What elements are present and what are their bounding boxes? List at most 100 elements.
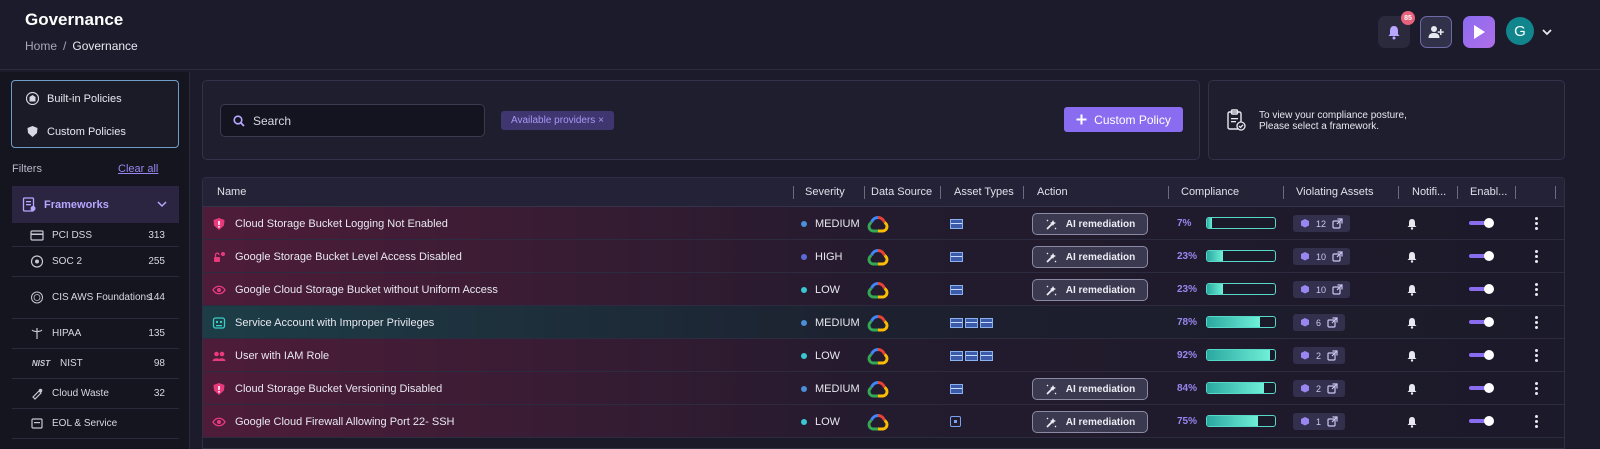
play-button[interactable] — [1463, 16, 1495, 48]
column-header-name[interactable]: Name — [217, 186, 246, 198]
ai-remediation-button[interactable]: AI remediation — [1032, 246, 1148, 268]
storage-asset-icon — [950, 350, 963, 361]
column-divider[interactable] — [1023, 186, 1024, 199]
column-divider[interactable] — [1555, 186, 1556, 199]
row-menu-button[interactable] — [1533, 273, 1539, 306]
notification-toggle[interactable] — [1406, 240, 1418, 273]
policy-name[interactable]: Google Cloud Storage Bucket without Unif… — [235, 273, 498, 306]
enabled-toggle[interactable] — [1469, 383, 1495, 393]
column-header-action[interactable]: Action — [1037, 186, 1068, 198]
clear-all-link[interactable]: Clear all — [118, 163, 158, 175]
framework-item[interactable]: SOC 2 255 — [12, 247, 179, 277]
notification-toggle[interactable] — [1406, 372, 1418, 405]
framework-item[interactable]: CIS AWS Foundations 144 — [12, 277, 179, 319]
column-divider[interactable] — [1515, 186, 1516, 199]
policy-name[interactable]: Google Storage Bucket Level Access Disab… — [235, 240, 462, 273]
ai-remediation-button[interactable]: AI remediation — [1032, 213, 1148, 235]
row-menu-button[interactable] — [1533, 306, 1539, 339]
filters-label: Filters — [12, 163, 42, 175]
notification-toggle[interactable] — [1406, 405, 1418, 438]
table-row[interactable]: Cloud Storage Bucket Logging Not Enabled… — [203, 207, 1564, 240]
bell-icon — [1406, 317, 1418, 329]
violating-assets-badge[interactable]: 10 — [1293, 281, 1351, 298]
notification-toggle[interactable] — [1406, 306, 1418, 339]
column-header-severity[interactable]: Severity — [805, 186, 845, 198]
column-header-asset-types[interactable]: Asset Types — [954, 186, 1014, 198]
avatar[interactable]: G — [1506, 17, 1534, 45]
row-menu-button[interactable] — [1533, 339, 1539, 372]
policy-name[interactable]: Google Cloud Firewall Allowing Port 22- … — [235, 405, 455, 438]
ai-remediation-button[interactable]: AI remediation — [1032, 411, 1148, 433]
column-divider[interactable] — [864, 186, 865, 199]
custom-policy-button[interactable]: Custom Policy — [1064, 107, 1183, 132]
violating-assets-badge[interactable]: 2 — [1293, 347, 1346, 364]
violating-assets-badge[interactable]: 1 — [1293, 413, 1346, 430]
policy-name[interactable]: Cloud Storage Bucket Versioning Disabled — [235, 372, 442, 405]
policy-name[interactable]: Service Account with Improper Privileges — [235, 306, 434, 339]
eol-icon — [30, 417, 44, 430]
building-icon — [26, 92, 39, 105]
enabled-toggle[interactable] — [1469, 317, 1495, 327]
notification-toggle[interactable] — [1406, 207, 1418, 240]
table-row[interactable]: User with IAM Role LOW 92% 2 — [203, 339, 1564, 372]
available-providers-chip[interactable]: Available providers × — [501, 111, 614, 130]
invite-user-button[interactable] — [1420, 16, 1452, 48]
custom-policies-item[interactable]: Custom Policies — [26, 125, 126, 138]
search-panel: Available providers × Custom Policy — [202, 80, 1200, 160]
violating-assets-badge[interactable]: 6 — [1293, 314, 1346, 331]
storage-asset-icon — [980, 317, 993, 328]
framework-item[interactable]: Cloud Waste 32 — [12, 379, 179, 409]
enabled-toggle[interactable] — [1469, 416, 1495, 426]
search-input[interactable] — [253, 113, 453, 128]
ai-remediation-button[interactable]: AI remediation — [1032, 279, 1148, 301]
column-header-data-source[interactable]: Data Source — [871, 186, 932, 198]
compliance-notice-line1: To view your compliance posture, — [1259, 110, 1407, 121]
policy-name[interactable]: Cloud Storage Bucket Logging Not Enabled — [235, 207, 448, 240]
table-row[interactable]: Service Account with Improper Privileges… — [203, 306, 1564, 339]
framework-item[interactable]: NIST NIST 98 — [12, 349, 179, 379]
row-menu-button[interactable] — [1533, 207, 1539, 240]
column-divider[interactable] — [940, 186, 941, 199]
column-header-violating-assets[interactable]: Violating Assets — [1296, 186, 1373, 198]
violating-assets-badge[interactable]: 10 — [1293, 248, 1351, 265]
column-divider[interactable] — [1457, 186, 1458, 199]
framework-item[interactable]: PCI DSS 313 — [12, 225, 179, 247]
search-box[interactable] — [220, 104, 485, 137]
column-divider[interactable] — [1398, 186, 1399, 199]
violating-assets-badge[interactable]: 12 — [1293, 215, 1351, 232]
column-header-notifications[interactable]: Notifi... — [1412, 186, 1446, 198]
table-row[interactable]: Google Storage Bucket Level Access Disab… — [203, 240, 1564, 273]
violating-assets-badge[interactable]: 2 — [1293, 380, 1346, 397]
external-link-icon — [1327, 350, 1338, 361]
row-menu-button[interactable] — [1533, 405, 1539, 438]
column-header-compliance[interactable]: Compliance — [1181, 186, 1239, 198]
kebab-dot — [1534, 349, 1538, 352]
table-row[interactable]: Google Cloud Firewall Allowing Port 22- … — [203, 405, 1564, 438]
column-header-enabled[interactable]: Enabl... — [1470, 186, 1507, 198]
column-divider[interactable] — [1168, 186, 1169, 199]
framework-item[interactable]: EOL & Service — [12, 409, 179, 439]
enabled-toggle[interactable] — [1469, 251, 1495, 261]
table-row[interactable]: Cloud Storage Bucket Versioning Disabled… — [203, 372, 1564, 405]
enabled-toggle[interactable] — [1469, 284, 1495, 294]
framework-item[interactable]: HIPAA 135 — [12, 319, 179, 349]
compliance-percent: 78% — [1177, 317, 1198, 328]
framework-label: EOL & Service — [52, 418, 118, 429]
chevron-down-icon[interactable] — [1541, 26, 1553, 38]
enabled-toggle[interactable] — [1469, 218, 1495, 228]
builtin-policies-item[interactable]: Built-in Policies — [26, 92, 122, 105]
row-menu-button[interactable] — [1533, 240, 1539, 273]
notification-toggle[interactable] — [1406, 339, 1418, 372]
column-divider[interactable] — [1283, 186, 1284, 199]
notification-toggle[interactable] — [1406, 273, 1418, 306]
column-divider[interactable] — [793, 186, 794, 199]
table-row[interactable]: Google Cloud Storage Bucket without Unif… — [203, 273, 1564, 306]
breadcrumb-home[interactable]: Home — [25, 39, 57, 53]
ai-remediation-button[interactable]: AI remediation — [1032, 378, 1148, 400]
chevron-down-icon — [157, 201, 167, 208]
frameworks-filter-header[interactable]: Frameworks — [12, 186, 179, 223]
row-menu-button[interactable] — [1533, 372, 1539, 405]
compliance-percent: 92% — [1177, 350, 1198, 361]
policy-name[interactable]: User with IAM Role — [235, 339, 329, 372]
enabled-toggle[interactable] — [1469, 350, 1495, 360]
